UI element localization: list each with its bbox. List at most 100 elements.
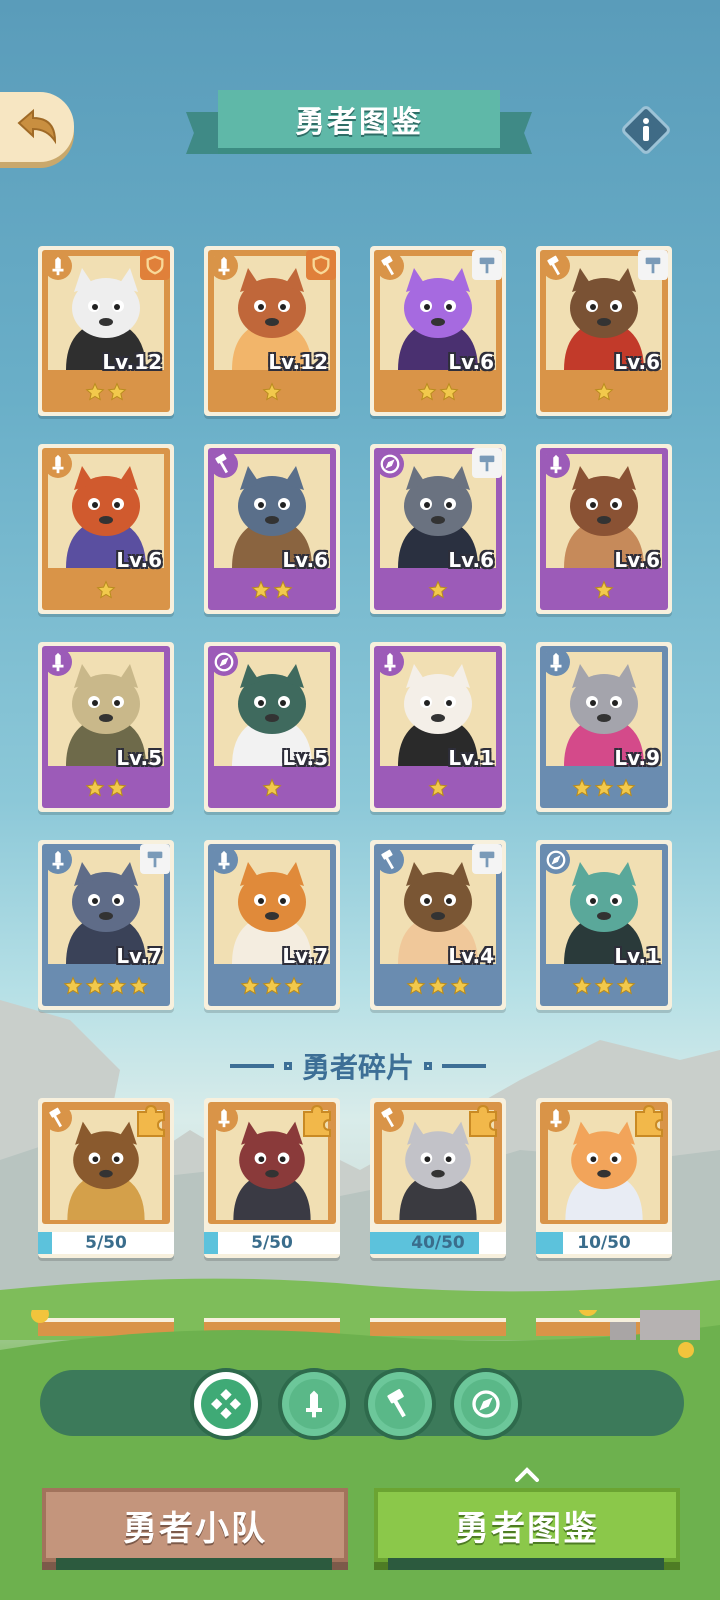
star-icon bbox=[594, 778, 614, 798]
compass-icon bbox=[210, 648, 238, 676]
all-classes-icon bbox=[201, 1379, 251, 1429]
star-rating bbox=[374, 378, 502, 406]
star-icon bbox=[63, 976, 83, 996]
hero-card[interactable]: Lv.6 bbox=[370, 246, 506, 416]
hero-card[interactable]: Lv.5 bbox=[38, 642, 174, 812]
star-icon bbox=[251, 580, 271, 600]
hammer-tag-icon bbox=[472, 250, 502, 280]
hero-card[interactable]: Lv.9 bbox=[536, 642, 672, 812]
star-rating bbox=[208, 972, 336, 1000]
sword-icon bbox=[44, 450, 72, 478]
hero-shard-card[interactable]: 5/50 bbox=[38, 1098, 174, 1258]
puzzle-piece-icon bbox=[632, 1104, 666, 1138]
star-icon bbox=[450, 976, 470, 996]
hammer-icon bbox=[375, 1379, 425, 1429]
puzzle-piece-icon bbox=[300, 1104, 334, 1138]
hammer-tag-icon bbox=[472, 448, 502, 478]
info-icon bbox=[622, 106, 670, 154]
hammer-icon bbox=[376, 252, 404, 280]
sword-icon bbox=[542, 648, 570, 676]
sword-icon bbox=[210, 252, 238, 280]
star-icon bbox=[107, 778, 127, 798]
star-icon bbox=[129, 976, 149, 996]
hero-card[interactable]: Lv.6 bbox=[38, 444, 174, 614]
info-button[interactable] bbox=[620, 104, 672, 156]
tab-hero-squad[interactable]: 勇者小队 bbox=[42, 1488, 348, 1562]
shard-progress-bar: 40/50 bbox=[370, 1232, 506, 1254]
filter-button-sword[interactable] bbox=[282, 1372, 346, 1436]
star-icon bbox=[594, 580, 614, 600]
hero-card[interactable]: Lv.7 bbox=[38, 840, 174, 1010]
star-rating bbox=[42, 378, 170, 406]
sword-icon bbox=[44, 846, 72, 874]
star-rating bbox=[374, 576, 502, 604]
back-arrow-icon bbox=[17, 108, 57, 145]
filter-button-all-classes[interactable] bbox=[194, 1372, 258, 1436]
hero-shard-card[interactable]: 5/50 bbox=[204, 1098, 340, 1258]
star-icon bbox=[85, 976, 105, 996]
divider-line bbox=[442, 1064, 486, 1068]
star-icon bbox=[428, 778, 448, 798]
hero-level: Lv.6 bbox=[116, 548, 162, 572]
star-rating bbox=[540, 972, 668, 1000]
hero-card[interactable]: Lv.12 bbox=[204, 246, 340, 416]
hero-card[interactable]: Lv.6 bbox=[536, 444, 672, 614]
star-icon bbox=[616, 778, 636, 798]
hero-card[interactable]: Lv.4 bbox=[370, 840, 506, 1010]
hero-shard-card[interactable]: 10/50 bbox=[536, 1098, 672, 1258]
shards-section-header: 勇者碎片 bbox=[198, 1046, 518, 1086]
hero-card[interactable]: Lv.7 bbox=[204, 840, 340, 1010]
star-icon bbox=[572, 976, 592, 996]
hammer-tag-icon bbox=[638, 250, 668, 280]
hammer-tag-icon bbox=[472, 844, 502, 874]
star-icon bbox=[594, 382, 614, 402]
star-icon bbox=[107, 382, 127, 402]
chevron-up-icon bbox=[515, 1467, 539, 1482]
star-icon bbox=[85, 778, 105, 798]
sword-icon bbox=[44, 252, 72, 280]
divider-dot bbox=[283, 1062, 292, 1070]
sword-icon bbox=[44, 648, 72, 676]
star-rating bbox=[540, 774, 668, 802]
hammer-tag-icon bbox=[140, 844, 170, 874]
hero-level: Lv.5 bbox=[282, 746, 328, 770]
star-icon bbox=[439, 382, 459, 402]
compass-icon bbox=[542, 846, 570, 874]
star-rating bbox=[208, 378, 336, 406]
star-rating bbox=[540, 378, 668, 406]
hero-card[interactable]: Lv.6 bbox=[536, 246, 672, 416]
hero-card[interactable]: Lv.1 bbox=[370, 642, 506, 812]
filter-button-hammer[interactable] bbox=[368, 1372, 432, 1436]
star-icon bbox=[406, 976, 426, 996]
star-icon bbox=[284, 976, 304, 996]
back-button[interactable] bbox=[0, 92, 74, 162]
hero-card[interactable]: Lv.12 bbox=[38, 246, 174, 416]
shards-section-title: 勇者碎片 bbox=[301, 1051, 414, 1084]
hero-shard-card[interactable]: 40/50 bbox=[370, 1098, 506, 1258]
star-icon bbox=[85, 382, 105, 402]
star-rating bbox=[208, 774, 336, 802]
sword-icon bbox=[376, 648, 404, 676]
puzzle-piece-icon bbox=[466, 1104, 500, 1138]
hero-card[interactable]: Lv.1 bbox=[536, 840, 672, 1010]
star-rating bbox=[540, 576, 668, 604]
hero-card[interactable]: Lv.6 bbox=[204, 444, 340, 614]
hero-level: Lv.9 bbox=[614, 746, 660, 770]
hero-card[interactable]: Lv.6 bbox=[370, 444, 506, 614]
tab-hero-codex[interactable]: 勇者图鉴 bbox=[374, 1488, 680, 1562]
filter-button-compass[interactable] bbox=[454, 1372, 518, 1436]
star-icon bbox=[417, 382, 437, 402]
hero-level: Lv.6 bbox=[614, 548, 660, 572]
star-rating bbox=[374, 774, 502, 802]
sword-icon bbox=[542, 450, 570, 478]
hero-card[interactable]: Lv.5 bbox=[204, 642, 340, 812]
star-rating bbox=[42, 774, 170, 802]
shard-progress-text: 10/50 bbox=[577, 1233, 631, 1253]
shard-progress-text: 5/50 bbox=[251, 1233, 293, 1253]
hero-level: Lv.5 bbox=[116, 746, 162, 770]
hammer-icon bbox=[376, 1104, 404, 1132]
shield-tag-icon bbox=[306, 250, 336, 280]
hero-level: Lv.12 bbox=[268, 350, 328, 374]
puzzle-piece-icon bbox=[134, 1104, 168, 1138]
compass-icon bbox=[461, 1379, 511, 1429]
